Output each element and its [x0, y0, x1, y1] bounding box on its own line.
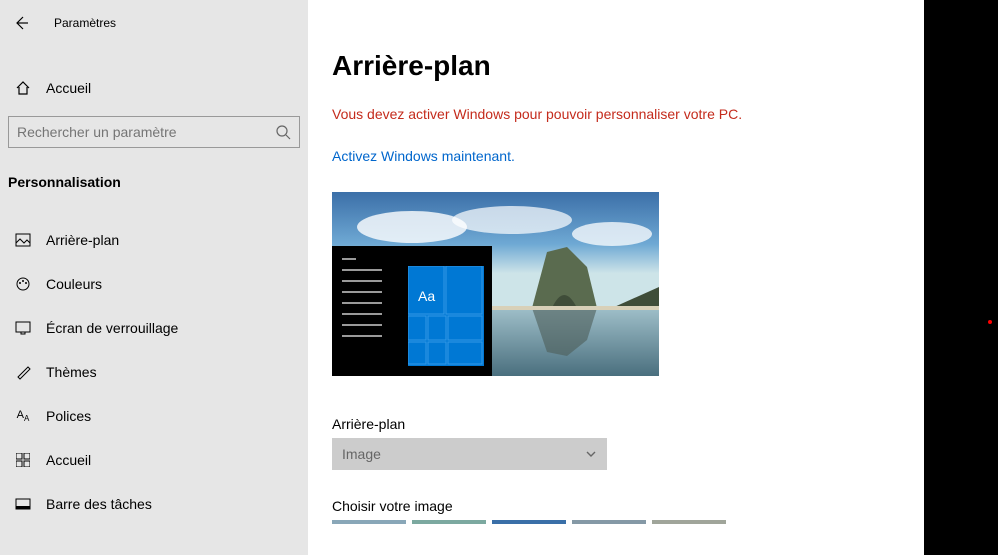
image-thumb[interactable] [412, 520, 486, 524]
nav-label: Polices [46, 408, 91, 424]
choose-image-label: Choisir votre image [332, 498, 924, 514]
nav-label: Arrière-plan [46, 232, 119, 248]
search-input[interactable] [17, 124, 275, 140]
start-icon [14, 453, 32, 467]
activate-link[interactable]: Activez Windows maintenant. [332, 148, 515, 164]
nav-label: Couleurs [46, 276, 102, 292]
page-title: Arrière-plan [332, 50, 924, 82]
taskbar-icon [14, 498, 32, 510]
palette-icon [14, 276, 32, 292]
nav-label: Thèmes [46, 364, 97, 380]
sidebar-item-background[interactable]: Arrière-plan [0, 218, 308, 262]
settings-window: Paramètres Accueil Personnalisation Arri… [0, 0, 924, 555]
topbar: Paramètres [0, 8, 308, 46]
preview-tiles: Aa [408, 266, 484, 366]
nav-label: Écran de verrouillage [46, 320, 178, 336]
black-margin [924, 0, 998, 555]
sidebar-home[interactable]: Accueil [0, 70, 308, 106]
section-header: Personnalisation [0, 148, 308, 200]
preview-app-list [342, 258, 398, 364]
lockscreen-icon [14, 321, 32, 335]
preview-start-menu: Aa [332, 246, 492, 376]
image-thumb[interactable] [572, 520, 646, 524]
search-box[interactable] [8, 116, 300, 148]
search-icon [275, 124, 291, 140]
activation-warning: Vous devez activer Windows pour pouvoir … [332, 106, 924, 122]
sidebar-home-label: Accueil [46, 80, 91, 96]
background-type-dropdown[interactable]: Image [332, 438, 607, 470]
font-icon: AA [14, 409, 32, 423]
picture-icon [14, 233, 32, 247]
dropdown-value: Image [342, 446, 381, 462]
red-indicator [988, 320, 992, 324]
sidebar-item-taskbar[interactable]: Barre des tâches [0, 482, 308, 526]
back-button[interactable] [10, 12, 32, 34]
nav-label: Barre des tâches [46, 496, 152, 512]
image-thumb[interactable] [492, 520, 566, 524]
sidebar-item-lockscreen[interactable]: Écran de verrouillage [0, 306, 308, 350]
image-thumbnails [332, 520, 924, 524]
nav-label: Accueil [46, 452, 91, 468]
arrow-left-icon [12, 14, 30, 32]
sidebar-item-start[interactable]: Accueil [0, 438, 308, 482]
home-icon [14, 80, 32, 96]
background-preview: Aa [332, 192, 659, 376]
sidebar: Paramètres Accueil Personnalisation Arri… [0, 0, 308, 555]
window-title: Paramètres [54, 16, 116, 30]
sidebar-item-colors[interactable]: Couleurs [0, 262, 308, 306]
main-content: Arrière-plan Vous devez activer Windows … [308, 0, 924, 555]
image-thumb[interactable] [332, 520, 406, 524]
brush-icon [14, 364, 32, 380]
sidebar-item-themes[interactable]: Thèmes [0, 350, 308, 394]
nav-list: Arrière-plan Couleurs Écran de verrouill… [0, 218, 308, 526]
image-thumb[interactable] [652, 520, 726, 524]
chevron-down-icon [585, 448, 597, 460]
sidebar-item-fonts[interactable]: AA Polices [0, 394, 308, 438]
dropdown-label: Arrière-plan [332, 416, 924, 432]
